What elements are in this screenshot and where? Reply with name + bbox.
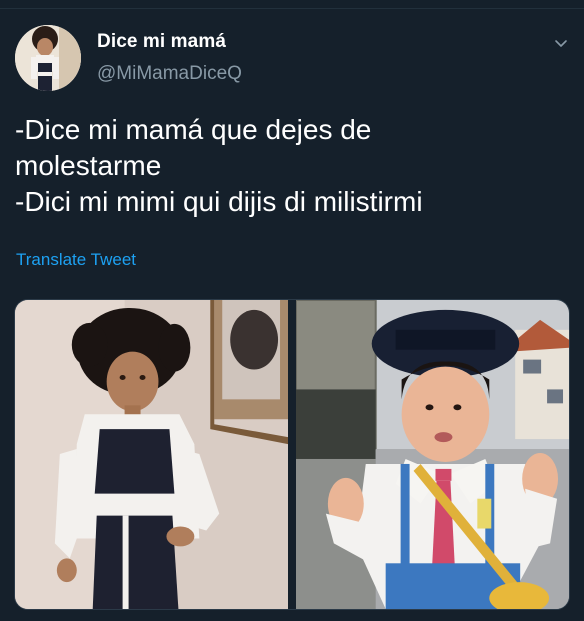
photo-girl[interactable] (15, 300, 288, 609)
avatar[interactable] (15, 25, 81, 91)
media-grid (14, 299, 570, 610)
photo-girl-image (15, 300, 288, 609)
photo-boy-image (296, 300, 569, 609)
photo-boy[interactable] (296, 300, 569, 609)
chevron-down-icon[interactable] (551, 33, 571, 53)
tweet-text: -Dice mi mamá que dejes de molestarme -D… (15, 114, 423, 217)
translate-tweet-link[interactable]: Translate Tweet (16, 250, 136, 270)
avatar-image (15, 25, 81, 91)
display-name[interactable]: Dice mi mamá (97, 31, 226, 53)
user-handle[interactable]: @MiMamaDiceQ (97, 63, 242, 85)
tweet: Dice mi mamá @MiMamaDiceQ -Dice mi mamá … (0, 0, 584, 621)
top-divider (0, 8, 584, 9)
